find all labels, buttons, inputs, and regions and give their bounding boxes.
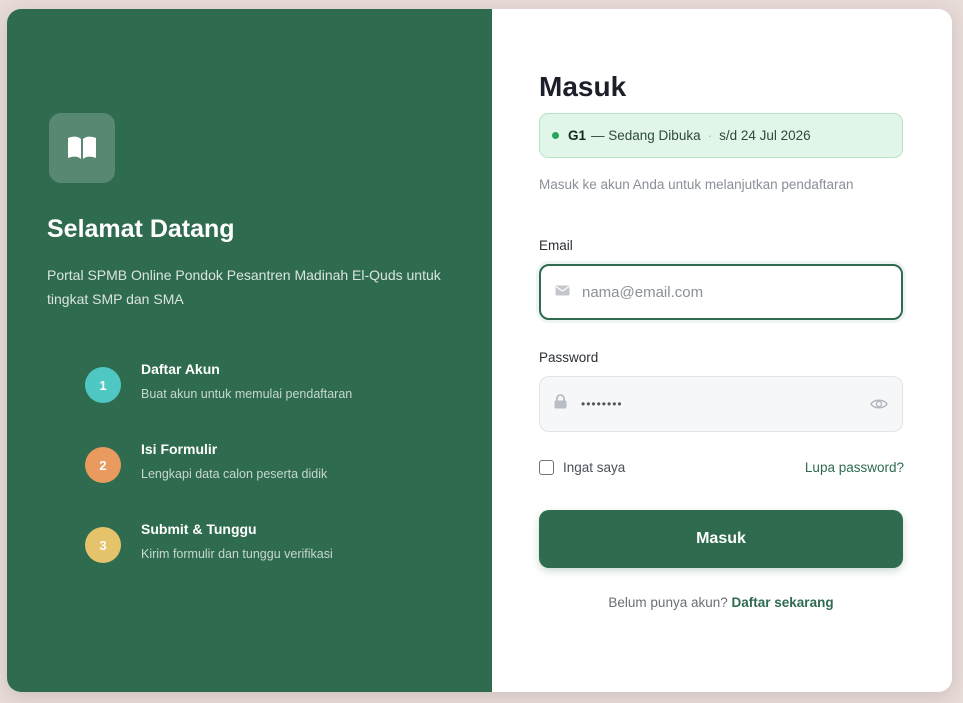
step-title: Isi Formulir — [141, 441, 218, 457]
mail-icon — [555, 283, 570, 301]
lock-icon — [554, 394, 567, 414]
welcome-description: Portal SPMB Online Pondok Pesantren Madi… — [47, 267, 441, 307]
status-dot-icon — [552, 132, 559, 139]
welcome-panel: Selamat Datang Portal SPMB Online Pondok… — [7, 9, 492, 692]
password-input[interactable]: •••••••• — [581, 397, 623, 411]
step-number-badge: 2 — [85, 447, 121, 483]
register-prompt-text: Belum punya akun? — [608, 595, 728, 610]
step-description: Buat akun untuk memulai pendaftaran — [141, 387, 353, 401]
step-description: Kirim formulir dan tunggu verifikasi — [141, 547, 333, 561]
password-field[interactable]: •••••••• — [539, 376, 903, 432]
step-title: Daftar Akun — [141, 361, 220, 377]
remember-checkbox[interactable] — [539, 460, 554, 475]
eye-icon[interactable] — [870, 397, 888, 416]
login-subtitle: Masuk ke akun Anda untuk melanjutkan pen… — [539, 177, 854, 192]
step-title: Submit & Tunggu — [141, 521, 257, 537]
login-button[interactable]: Masuk — [539, 510, 903, 568]
status-wave: G1 — [568, 128, 587, 143]
registration-steps: 1 Daftar Akun Buat akun untuk memulai pe… — [85, 361, 352, 601]
step-number-badge: 3 — [85, 527, 121, 563]
registration-status-banner: G1 — Sedang Dibuka · s/d 24 Jul 2026 — [539, 113, 903, 158]
step-item: 2 Isi Formulir Lengkapi data calon peser… — [85, 441, 352, 521]
email-input[interactable] — [582, 283, 852, 301]
step-description: Lengkapi data calon peserta didik — [141, 467, 328, 481]
login-title: Masuk — [539, 71, 627, 102]
book-icon — [49, 113, 115, 183]
login-card: Selamat Datang Portal SPMB Online Pondok… — [7, 9, 952, 692]
register-link[interactable]: Daftar sekarang — [732, 595, 834, 610]
password-label: Password — [539, 350, 599, 365]
remember-label: Ingat saya — [563, 460, 626, 475]
status-deadline: s/d 24 Jul 2026 — [719, 128, 811, 143]
login-panel: Masuk G1 — Sedang Dibuka · s/d 24 Jul 20… — [492, 9, 952, 692]
status-separator: · — [707, 128, 713, 143]
welcome-title: Selamat Datang — [47, 215, 235, 243]
email-label: Email — [539, 238, 573, 253]
forgot-password-link[interactable]: Lupa password? — [805, 460, 904, 475]
register-prompt: Belum punya akun? Daftar sekarang — [539, 595, 903, 610]
step-number-badge: 1 — [85, 367, 121, 403]
status-state: — Sedang Dibuka — [591, 128, 701, 143]
email-field-wrapper — [539, 264, 903, 320]
step-item: 1 Daftar Akun Buat akun untuk memulai pe… — [85, 361, 352, 441]
step-item: 3 Submit & Tunggu Kirim formulir dan tun… — [85, 521, 352, 601]
remember-me[interactable]: Ingat saya — [539, 460, 625, 475]
